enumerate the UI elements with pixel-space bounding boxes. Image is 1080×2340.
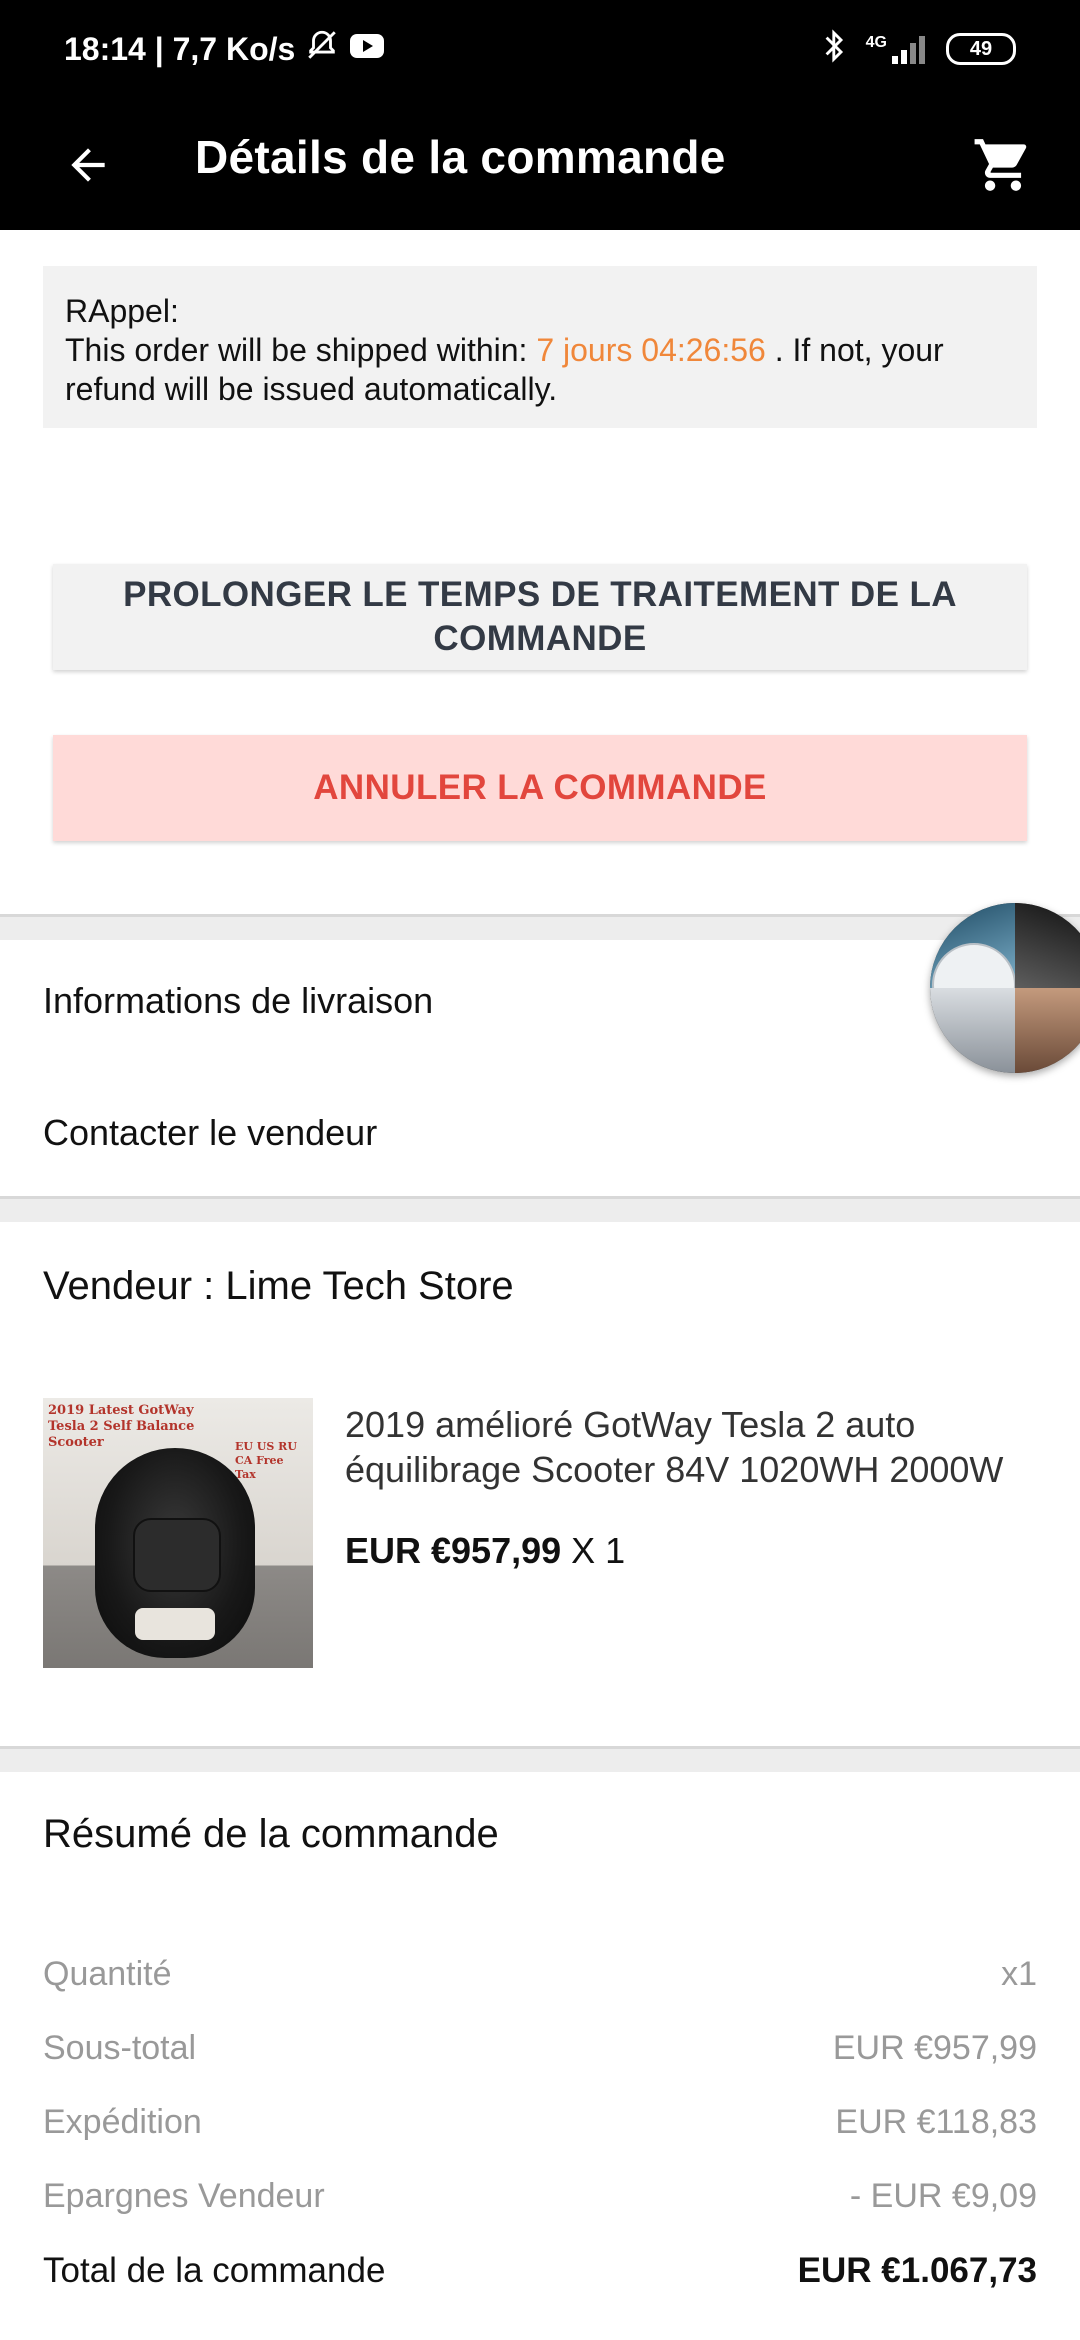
product-image-caption: 2019 Latest GotWay Tesla 2 Self Balance …	[48, 1403, 195, 1450]
chat-thumbnail	[930, 988, 1015, 1073]
muted-bell-icon	[305, 28, 339, 70]
summary-label: Sous-total	[43, 2029, 197, 2067]
reminder-text: This order will be shipped within: 7 jou…	[65, 331, 1015, 409]
status-left: 18:14 | 7,7 Ko/s	[64, 28, 385, 70]
summary-label: Expédition	[43, 2103, 202, 2141]
summary-label: Quantité	[43, 1955, 172, 1993]
summary-row-quantity: Quantité x1	[43, 1955, 1037, 1994]
unicycle-pad	[133, 1518, 221, 1592]
summary-row-subtotal: Sous-total EUR €957,99	[43, 2029, 1037, 2068]
cart-button[interactable]	[960, 122, 1046, 208]
shipping-reminder: RAppel: This order will be shipped withi…	[43, 266, 1037, 428]
contact-seller-link[interactable]: Contacter le vendeur	[43, 1112, 377, 1154]
section-divider	[0, 914, 1080, 940]
summary-total-value: EUR €1.067,73	[797, 2251, 1037, 2290]
cart-icon	[974, 139, 1027, 191]
bluetooth-icon	[822, 28, 848, 70]
summary-total-label: Total de la commande	[43, 2251, 386, 2290]
summary-row-seller-savings: Epargnes Vendeur - EUR €9,09	[43, 2177, 1037, 2216]
product-price: EUR €957,99 X 1	[345, 1530, 625, 1572]
app-bar: Détails de la commande	[0, 100, 1080, 230]
summary-value: - EUR €9,09	[849, 2177, 1037, 2215]
unicycle-image	[95, 1448, 255, 1658]
chat-thumbnail	[930, 903, 1016, 1027]
summary-label: Epargnes Vendeur	[43, 2177, 325, 2215]
reminder-text-before: This order will be shipped within:	[65, 332, 537, 368]
shipping-info-link[interactable]: Informations de livraison	[43, 980, 433, 1022]
product-title[interactable]: 2019 amélioré GotWay Tesla 2 auto équili…	[345, 1402, 1025, 1492]
status-time-speed: 18:14 | 7,7 Ko/s	[64, 30, 296, 67]
product-unit-price: EUR €957,99	[345, 1530, 562, 1571]
product-title-line2: équilibrage Scooter 84V 1020WH 2000W	[345, 1449, 1004, 1490]
summary-row-shipping: Expédition EUR €118,83	[43, 2103, 1037, 2142]
summary-value: EUR €957,99	[832, 2029, 1037, 2067]
battery-indicator: 49	[946, 33, 1016, 65]
floating-chat-bubble[interactable]	[930, 903, 1080, 1073]
status-right: 4G 49	[822, 28, 1016, 70]
summary-value: EUR €118,83	[835, 2103, 1037, 2141]
page-title: Détails de la commande	[195, 131, 726, 183]
signal-icon: 4G	[866, 34, 928, 64]
cancel-order-button[interactable]: ANNULER LA COMMANDE	[53, 735, 1027, 841]
reminder-countdown: 7 jours 04:26:56	[536, 332, 766, 368]
order-summary-title: Résumé de la commande	[43, 1812, 499, 1856]
section-divider	[0, 1746, 1080, 1772]
product-image[interactable]: 2019 Latest GotWay Tesla 2 Self Balance …	[43, 1398, 313, 1668]
seller-name[interactable]: Vendeur : Lime Tech Store	[43, 1264, 514, 1309]
back-button[interactable]	[48, 125, 128, 205]
network-type: 4G	[865, 34, 887, 51]
unicycle-footrest	[135, 1608, 215, 1640]
chat-thumbnail	[1015, 988, 1080, 1073]
product-image-tag: EU US RU CA Free Tax	[235, 1440, 297, 1481]
summary-row-total: Total de la commande EUR €1.067,73	[43, 2251, 1037, 2291]
arrow-left-icon	[71, 148, 105, 182]
chat-thumbnail	[1015, 903, 1080, 988]
reminder-label: RAppel:	[65, 293, 179, 329]
product-quantity: X 1	[571, 1530, 626, 1571]
summary-value: x1	[1001, 1955, 1037, 1993]
youtube-icon	[349, 31, 385, 68]
section-divider	[0, 1196, 1080, 1222]
product-title-line1: 2019 amélioré GotWay Tesla 2 auto	[345, 1404, 916, 1445]
extend-processing-time-button[interactable]: PROLONGER LE TEMPS DE TRAITEMENT DE LA C…	[53, 564, 1027, 670]
status-bar: 18:14 | 7,7 Ko/s 4G 49	[0, 0, 1080, 100]
